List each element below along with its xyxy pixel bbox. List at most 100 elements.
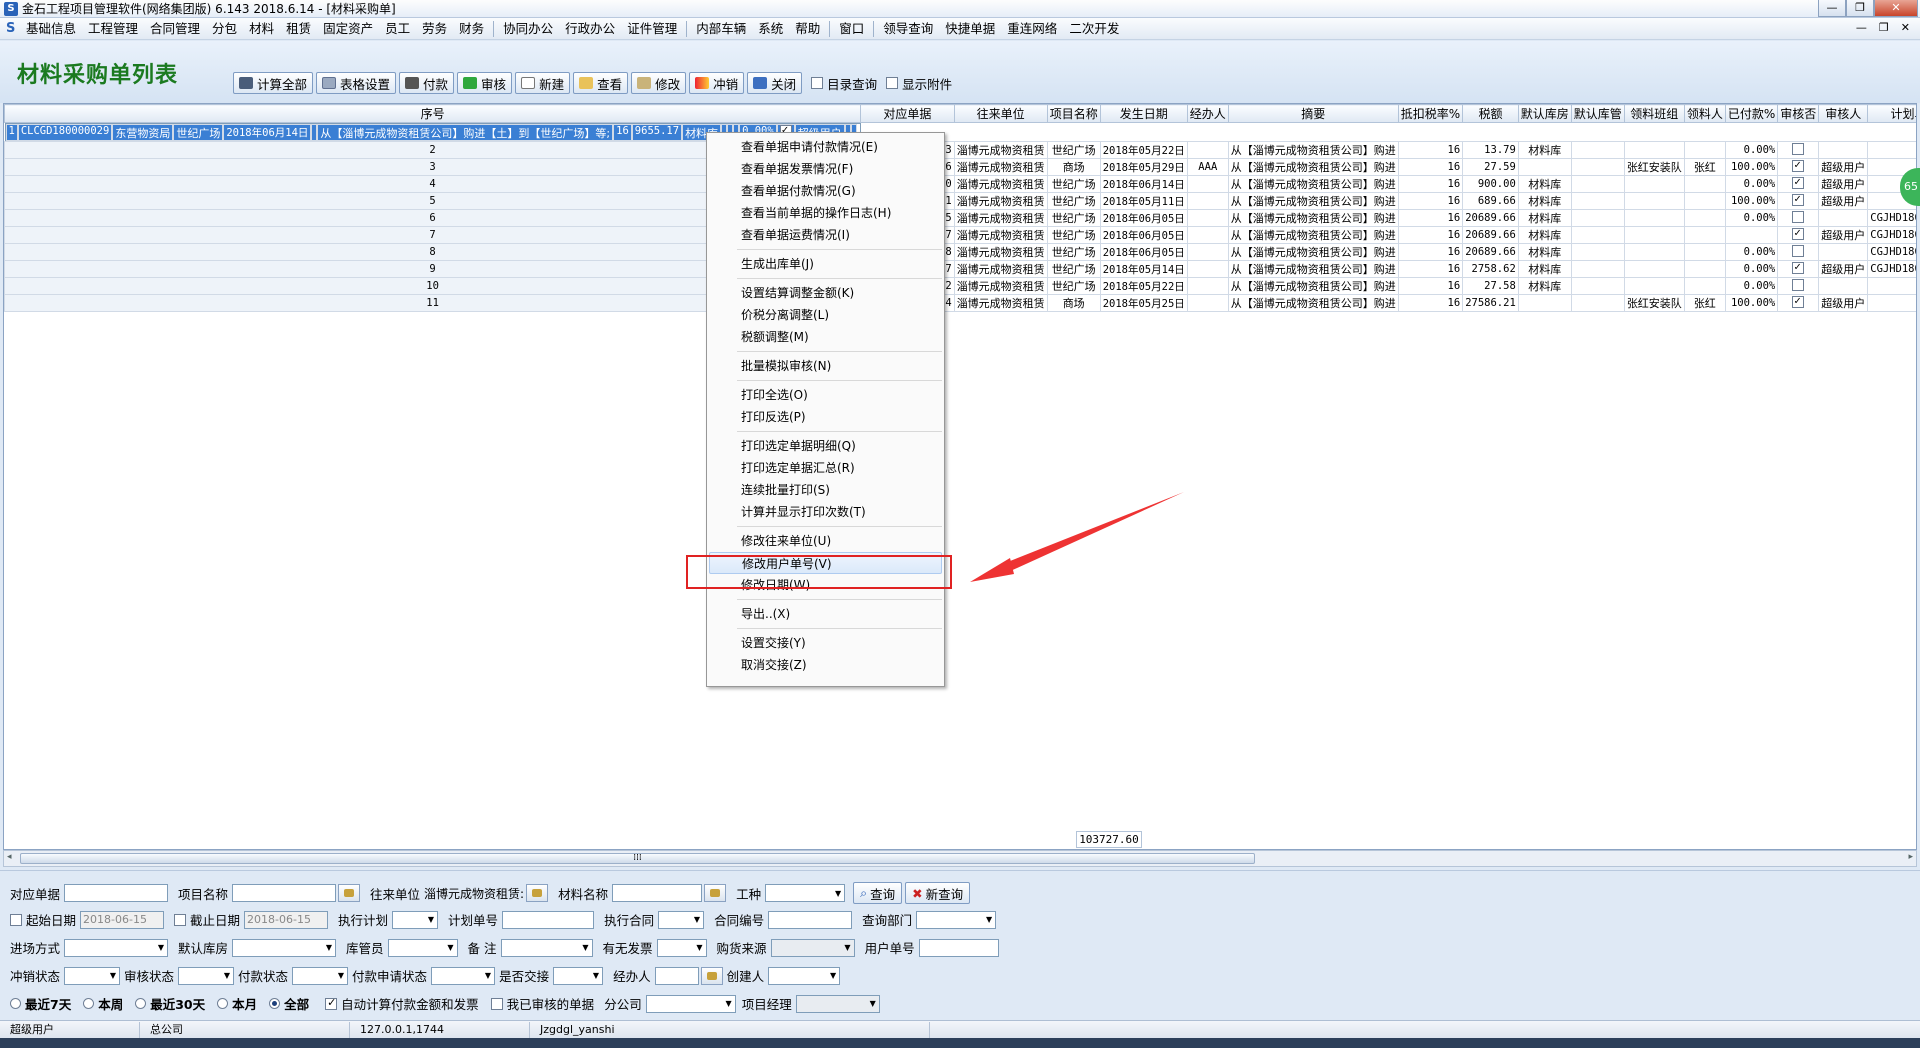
context-menu-item[interactable]: 设置结算调整金额(K) (707, 282, 944, 304)
context-menu-item[interactable]: 查看单据运费情况(I) (707, 224, 944, 246)
audit-checkbox[interactable] (1792, 159, 1805, 172)
column-header[interactable]: 序号 (4, 104, 862, 123)
keeper-select[interactable]: ▼ (387, 938, 458, 957)
exec-contract-select[interactable]: ▼ (658, 910, 705, 929)
table-row[interactable]: 8CLCGD180000028淄博元成物资租赁世纪广场2018年06月05日从【… (4, 243, 1916, 261)
minimize-button[interactable]: — (1818, 0, 1846, 17)
close-button[interactable]: 关闭 (747, 72, 803, 94)
scroll-left-icon[interactable]: ◂ (7, 852, 12, 862)
entry-mode-select[interactable]: ▼ (64, 938, 169, 957)
context-menu-item[interactable]: 打印反选(P) (707, 406, 944, 428)
radio-week[interactable] (83, 998, 95, 1009)
mdi-close-button[interactable]: ✕ (1901, 21, 1910, 34)
menu-item[interactable]: 基础信息 (20, 18, 82, 40)
context-menu-item[interactable]: 打印全选(O) (707, 384, 944, 406)
menu-item[interactable]: 合同管理 (144, 18, 206, 40)
context-menu-item[interactable]: 设置交接(Y) (707, 632, 944, 654)
pay-status-select[interactable]: ▼ (292, 966, 349, 985)
audit-checkbox[interactable] (1792, 261, 1805, 274)
table-row[interactable]: 11CLCGD180000024淄博元成物资租赁商场2018年05月25日从【淄… (4, 294, 1916, 312)
material-name-input[interactable] (612, 884, 703, 902)
dept-select[interactable]: ▼ (916, 910, 997, 929)
table-row[interactable]: 3CLCGD180000026淄博元成物资租赁商场2018年05月29日AAA从… (4, 158, 1916, 176)
menu-item[interactable]: 分包 (206, 18, 243, 40)
start-date-input[interactable]: 2018-06-15 (80, 910, 165, 929)
pm-select[interactable]: ▼ (795, 994, 880, 1013)
table-row[interactable]: 10CLCGD180000022淄博元成物资租赁世纪广场2018年05月22日从… (4, 277, 1916, 295)
audit-checkbox[interactable] (1792, 210, 1805, 223)
column-header[interactable]: 默认库房 (1517, 104, 1572, 123)
radio-month[interactable] (217, 998, 229, 1009)
remark-select[interactable]: ▼ (500, 938, 593, 957)
doc-no-input[interactable] (64, 884, 169, 902)
column-header[interactable]: 审核人 (1818, 104, 1869, 123)
context-menu-item[interactable]: 导出..(X) (707, 603, 944, 625)
menu-item[interactable]: 协同办公 (497, 18, 559, 40)
menu-item[interactable]: 二次开发 (1063, 18, 1125, 40)
menu-item[interactable]: 快捷单据 (939, 18, 1001, 40)
menu-item[interactable]: 系统 (752, 18, 789, 40)
column-header[interactable]: 领料人 (1683, 104, 1726, 123)
auto-calc-checkbox[interactable] (325, 996, 338, 1010)
new-button[interactable]: 新建 (515, 72, 571, 94)
menu-item[interactable]: 领导查询 (877, 18, 939, 40)
context-menu-item[interactable]: 取消交接(Z) (707, 654, 944, 676)
column-header[interactable]: 往来单位 (953, 104, 1048, 123)
query-button[interactable]: ⌕ 查询 (853, 882, 903, 904)
user-no-input[interactable] (918, 938, 999, 957)
table-settings-button[interactable]: 表格设置 (316, 72, 397, 94)
scroll-thumb[interactable]: ⁞⁞⁞ (20, 853, 1255, 864)
context-menu-item[interactable]: 打印选定单据明细(Q) (707, 435, 944, 457)
audit-checkbox[interactable] (1792, 193, 1805, 206)
context-menu-item[interactable]: 批量模拟审核(N) (707, 355, 944, 377)
table-row[interactable]: 6CLCGD180000025淄博元成物资租赁世纪广场2018年06月05日从【… (4, 209, 1916, 227)
edit-button[interactable]: 修改 (631, 72, 687, 94)
unit-picker-icon[interactable] (526, 884, 549, 902)
menu-item[interactable]: 固定资产 (317, 18, 379, 40)
project-picker-icon[interactable] (338, 884, 361, 902)
column-header[interactable]: 摘要 (1227, 104, 1399, 123)
table-row[interactable]: 7CLCGD180000027淄博元成物资租赁世纪广场2018年06月05日从【… (4, 226, 1916, 244)
menu-item[interactable]: 证件管理 (621, 18, 683, 40)
view-button[interactable]: 查看 (573, 72, 629, 94)
menu-item[interactable]: 员工 (379, 18, 416, 40)
branch-select[interactable]: ▼ (645, 994, 736, 1013)
column-header[interactable]: 发生日期 (1099, 104, 1188, 123)
column-header[interactable]: 默认库管 (1570, 104, 1625, 123)
horizontal-scrollbar[interactable]: ◂ ⁞⁞⁞ ▸ (3, 850, 1917, 867)
menu-item[interactable]: 行政办公 (559, 18, 621, 40)
context-menu-item[interactable]: 连续批量打印(S) (707, 479, 944, 501)
table-row[interactable]: 9CLCGD180000017淄博元成物资租赁世纪广场2018年05月14日从【… (4, 260, 1916, 278)
column-header[interactable]: 已付款% (1724, 104, 1779, 123)
column-header[interactable]: 经办人 (1186, 104, 1229, 123)
audit-checkbox[interactable] (1792, 278, 1805, 291)
column-header[interactable]: 领料班组 (1623, 104, 1685, 123)
menu-item[interactable]: 帮助 (789, 18, 826, 40)
exec-plan-select[interactable]: ▼ (392, 910, 439, 929)
dir-query-checkbox[interactable]: 目录查询 (811, 74, 877, 93)
context-menu-item[interactable]: 查看单据发票情况(F) (707, 158, 944, 180)
app-menu-icon[interactable]: S (6, 21, 20, 36)
audit-checkbox[interactable] (1792, 227, 1805, 240)
context-menu-item[interactable]: 打印选定单据汇总(R) (707, 457, 944, 479)
context-menu-item[interactable]: 价税分离调整(L) (707, 304, 944, 326)
table-row[interactable]: 4CLCGD180000030淄博元成物资租赁世纪广场2018年06月14日从【… (4, 175, 1916, 193)
column-header[interactable]: 计划单号 (1867, 104, 1916, 123)
context-menu-item[interactable]: 税额调整(M) (707, 326, 944, 348)
source-select[interactable]: ▼ (770, 938, 855, 957)
menu-item[interactable]: 工程管理 (82, 18, 144, 40)
radio-7days[interactable] (10, 998, 21, 1009)
column-header[interactable]: 项目名称 (1046, 104, 1101, 123)
context-menu-item[interactable]: 查看单据付款情况(G) (707, 180, 944, 202)
menu-item[interactable]: 劳务 (416, 18, 453, 40)
radio-30days[interactable] (135, 998, 147, 1009)
menu-item[interactable]: 内部车辆 (690, 18, 752, 40)
context-menu-item[interactable]: 查看单据申请付款情况(E) (707, 136, 944, 158)
context-menu-item[interactable]: 生成出库单(J) (707, 253, 944, 275)
handler-picker-icon[interactable] (700, 966, 723, 985)
mdi-restore-button[interactable]: ❐ (1879, 21, 1889, 34)
work-type-select[interactable]: ▼ (765, 884, 846, 902)
calc-all-button[interactable]: 计算全部 (233, 72, 314, 94)
audit-checkbox[interactable] (1792, 142, 1805, 155)
audit-checkbox[interactable] (1792, 295, 1805, 308)
